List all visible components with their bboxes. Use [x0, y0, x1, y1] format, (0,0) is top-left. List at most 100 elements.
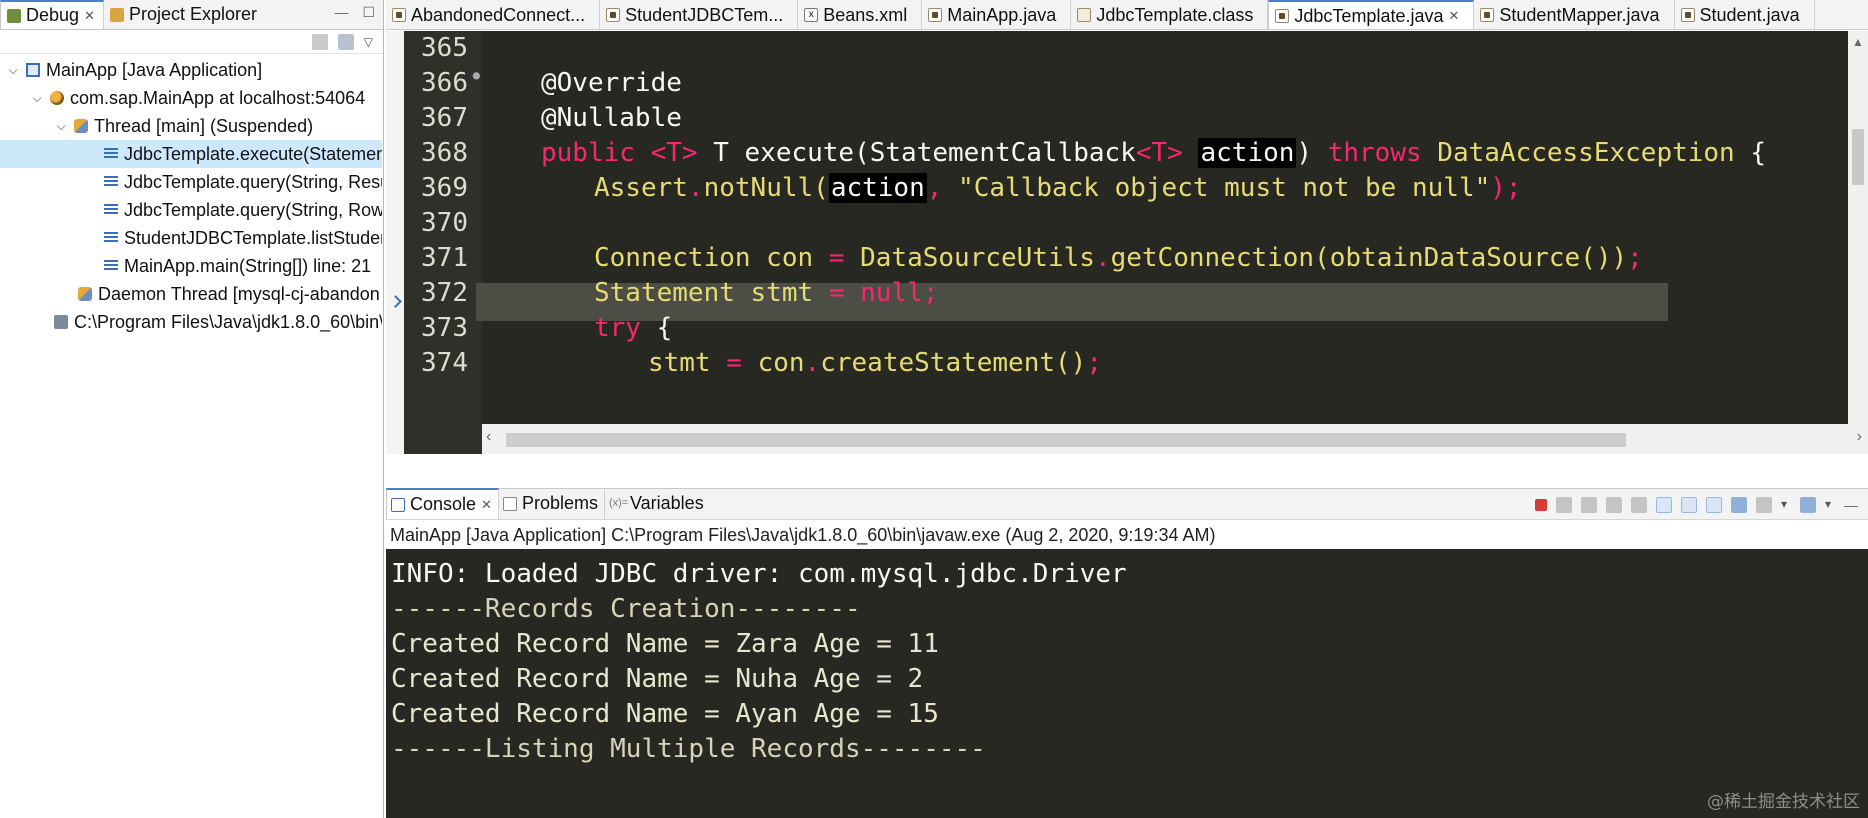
tab-problems-label: Problems: [521, 493, 598, 513]
chevron-down-icon[interactable]: ⌵: [6, 63, 20, 78]
code-token: ;: [1086, 348, 1102, 378]
terminate-icon[interactable]: [1535, 499, 1547, 511]
open-console-icon[interactable]: [1800, 497, 1816, 513]
tab-variables[interactable]: (x)= Variables: [605, 488, 710, 519]
java-file-icon: [1480, 8, 1495, 22]
stack-frame-item[interactable]: StudentJDBCTemplate.listStudent: [0, 224, 382, 252]
tab-console[interactable]: Console ✕: [386, 488, 499, 519]
show-on-stdout-icon[interactable]: [1681, 497, 1697, 513]
code-token: execute(: [744, 138, 870, 168]
debug-settings-icon[interactable]: [337, 33, 354, 50]
scroll-right-icon[interactable]: ›: [1857, 428, 1862, 446]
tab-debug[interactable]: Debug ✕: [0, 0, 104, 29]
editor-tab-active[interactable]: JdbcTemplate.java ✕: [1268, 0, 1475, 29]
stack-frame-item[interactable]: MainApp.main(String[]) line: 21: [0, 252, 382, 280]
remove-launch-icon[interactable]: [1556, 497, 1572, 513]
console-output[interactable]: INFO: Loaded JDBC driver: com.mysql.jdbc…: [386, 549, 1868, 818]
close-icon[interactable]: ✕: [481, 497, 492, 513]
pin-console-icon[interactable]: [1731, 497, 1747, 513]
code-token: Statement stmt: [594, 278, 814, 308]
java-file-icon: [928, 8, 943, 22]
chevron-down-icon[interactable]: ⌵: [54, 119, 68, 134]
scroll-up-icon[interactable]: ▲: [1852, 35, 1864, 49]
editor-tab[interactable]: StudentMapper.java: [1474, 0, 1675, 29]
jvm-icon: [54, 315, 68, 329]
code-token: Connection con: [594, 243, 814, 273]
tree-item-jvm[interactable]: C:\Program Files\Java\jdk1.8.0_60\bin\: [0, 308, 382, 336]
close-icon[interactable]: ✕: [1449, 8, 1460, 24]
chevron-down-icon[interactable]: ▾: [1825, 497, 1835, 513]
code-token: {: [656, 313, 673, 343]
editor-tab[interactable]: Student.java: [1675, 0, 1815, 29]
tree-item-daemon-thread[interactable]: Daemon Thread [mysql-cj-abandon: [0, 280, 382, 308]
selected-word: action: [1198, 138, 1297, 168]
tree-item-process[interactable]: ⌵ com.sap.MainApp at localhost:54064: [0, 84, 382, 112]
display-console-icon[interactable]: [1756, 497, 1772, 513]
line-number: 365: [421, 33, 468, 63]
code-line-368: public <T> T execute(StatementCallback<T…: [541, 138, 1766, 168]
code-token: ;: [1627, 243, 1643, 273]
code-token: =: [828, 243, 845, 273]
maximize-icon[interactable]: ☐: [362, 4, 375, 21]
code-token: con: [757, 348, 805, 378]
editor-tab[interactable]: AbandonedConnect...: [386, 0, 601, 29]
minimize-icon[interactable]: —: [334, 4, 348, 21]
scroll-lock-icon[interactable]: [1631, 497, 1647, 513]
stack-frame-item[interactable]: JdbcTemplate.query(String, RowM: [0, 196, 382, 224]
clear-console-icon[interactable]: [1606, 497, 1622, 513]
console-line: ------Listing Multiple Records--------: [391, 734, 986, 764]
stack-frame-item[interactable]: JdbcTemplate.query(String, Resul: [0, 168, 382, 196]
left-tab-bar: Debug ✕ Project Explorer — ☐: [0, 0, 383, 30]
remove-all-terminated-icon[interactable]: [1581, 497, 1597, 513]
java-file-icon: [606, 8, 621, 22]
stack-frame-item[interactable]: JdbcTemplate.execute(Statement: [0, 140, 382, 168]
debug-icon: [7, 8, 21, 23]
tab-project-explorer[interactable]: Project Explorer: [104, 0, 265, 29]
code-line-371: Connection con = DataSourceUtils.getConn…: [594, 243, 1643, 273]
vertical-ruler[interactable]: [386, 31, 404, 454]
tab-variables-label: Variables: [629, 493, 704, 513]
code-token: null;: [860, 278, 939, 308]
code-token: =: [828, 278, 845, 308]
editor-tab-label: JdbcTemplate.class: [1096, 4, 1254, 25]
variables-icon: (x)=: [608, 496, 629, 509]
code-token: Assert: [594, 173, 688, 203]
console-toolbar: ▾ ▾ —: [1535, 497, 1858, 513]
stack-frame-icon: [104, 176, 118, 188]
scrollbar-thumb[interactable]: [506, 433, 1626, 447]
line-number: 370: [421, 208, 468, 238]
editor-tab-label: AbandonedConnect...: [411, 4, 586, 25]
tree-item-mainapp[interactable]: ⌵ MainApp [Java Application]: [0, 56, 382, 84]
code-line-366: @Override: [541, 68, 682, 98]
remove-terminated-icon[interactable]: [311, 33, 328, 50]
editor-tab[interactable]: StudentJDBCTem...: [600, 0, 799, 29]
vertical-scrollbar[interactable]: ▲: [1848, 31, 1868, 454]
java-file-icon: [1680, 8, 1695, 22]
view-menu-icon[interactable]: ▽: [364, 35, 373, 49]
editor-tab-label: StudentJDBCTem...: [625, 4, 784, 25]
show-on-stderr-icon[interactable]: [1706, 497, 1722, 513]
editor-tab[interactable]: JdbcTemplate.class: [1071, 0, 1269, 29]
editor-tab[interactable]: x Beans.xml: [798, 0, 923, 29]
chevron-down-icon[interactable]: ⌵: [30, 91, 44, 106]
tree-item-label: JdbcTemplate.query(String, RowM: [124, 199, 382, 220]
word-wrap-icon[interactable]: [1656, 497, 1672, 513]
code-token: "Callback object must not be null": [958, 173, 1491, 203]
code-token: StatementCallback: [869, 138, 1136, 168]
code-editor[interactable]: 365 366 ● 367 368 369 370 371 372 373 374…: [386, 31, 1868, 454]
tab-debug-label: Debug: [26, 5, 80, 25]
chevron-down-icon[interactable]: ▾: [1781, 497, 1791, 513]
tab-problems[interactable]: Problems: [499, 488, 605, 519]
process-icon: [50, 91, 64, 105]
code-token: createStatement(): [820, 348, 1087, 378]
stack-frame-icon: [104, 204, 118, 216]
horizontal-scrollbar[interactable]: ‹ ›: [482, 424, 1868, 454]
editor-tab[interactable]: MainApp.java: [922, 0, 1072, 29]
code-token: .: [1094, 243, 1111, 273]
close-icon[interactable]: ✕: [84, 8, 95, 24]
scroll-left-icon[interactable]: ‹: [486, 428, 491, 446]
tree-item-thread-main[interactable]: ⌵ Thread [main] (Suspended): [0, 112, 382, 140]
line-number: 373: [421, 313, 468, 343]
minimize-icon[interactable]: —: [1844, 497, 1858, 513]
scrollbar-thumb[interactable]: [1852, 129, 1864, 185]
